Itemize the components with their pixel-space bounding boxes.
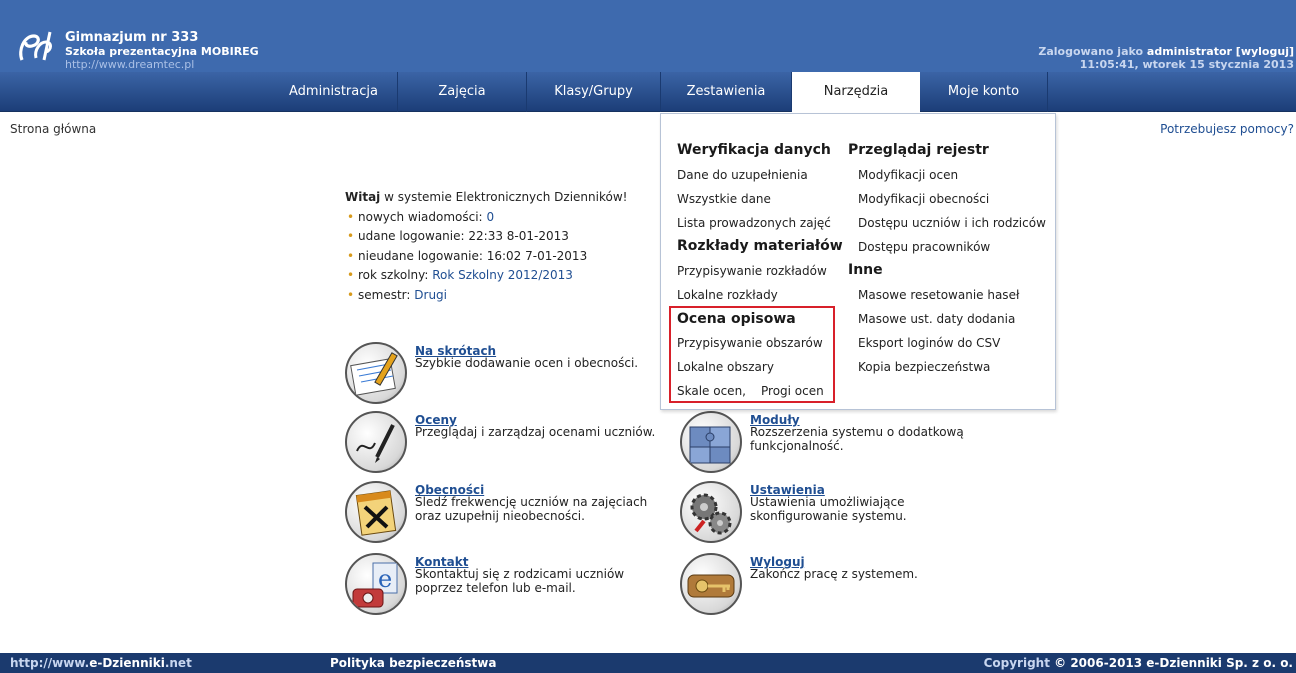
shortcut-desc: Ustawienia umożliwiające skonfigurowanie… — [750, 495, 907, 523]
key-icon — [680, 553, 742, 615]
welcome-item: rok szkolny: Rok Szkolny 2012/2013 — [345, 266, 627, 286]
login-info: Zalogowano jako administrator [wyloguj] … — [1038, 45, 1294, 71]
shortcut-desc: Zakończ pracę z systemem. — [750, 567, 918, 581]
welcome-rest: w systemie Elektronicznych Dzienników! — [380, 190, 628, 204]
item-value: 16:02 7-01-2013 — [486, 248, 588, 263]
school-name: Gimnazjum nr 333 — [65, 30, 199, 45]
logout-link[interactable]: [wyloguj] — [1236, 45, 1294, 58]
tab-moje-konto[interactable]: Moje konto — [920, 72, 1048, 112]
menu-item[interactable]: Masowe ust. daty dodania — [858, 312, 1015, 326]
shortcut-wyloguj[interactable]: Wyloguj Zakończ pracę z systemem. — [680, 553, 1000, 619]
attendance-calendar-icon — [345, 481, 407, 543]
item-label: nowych wiadomości: — [358, 209, 483, 224]
shortcut-desc: Skontaktuj się z rodzicami uczniów poprz… — [415, 567, 625, 595]
school-info: Gimnazjum nr 333 Szkoła prezentacyjna MO… — [65, 30, 259, 72]
shortcut-na-skrotach[interactable]: Na skrótach Szybkie dodawanie ocen i obe… — [345, 342, 665, 408]
menu-item[interactable]: Eksport loginów do CSV — [858, 336, 1000, 350]
school-url[interactable]: http://www.dreamtec.pl — [65, 58, 259, 71]
menu-item[interactable]: Modyfikacji obecności — [858, 192, 989, 206]
menu-item[interactable]: Przypisywanie rozkładów — [677, 264, 827, 278]
e-dzienniki-logo — [19, 31, 52, 61]
phone-email-icon: e — [345, 553, 407, 615]
menu-item[interactable]: Wszystkie dane — [677, 192, 771, 206]
welcome-panel: Witaj w systemie Elektronicznych Dzienni… — [345, 188, 627, 305]
shortcut-oceny[interactable]: Oceny Przeglądaj i zarządzaj ocenami ucz… — [345, 411, 665, 477]
username: administrator — [1146, 45, 1232, 58]
puzzle-icon — [680, 411, 742, 473]
menu-item[interactable]: Dostępu pracowników — [858, 240, 990, 254]
grade-book-icon — [345, 342, 407, 404]
privacy-policy-link[interactable]: Polityka bezpieczeństwa — [330, 656, 496, 670]
menu-heading-inne: Inne — [848, 262, 883, 278]
site-bold: e-Dzienniki — [89, 656, 165, 670]
gears-icon — [680, 481, 742, 543]
tab-zajecia[interactable]: Zajęcia — [398, 72, 527, 112]
item-label: udane logowanie: — [358, 229, 465, 243]
shortcut-ustawienia[interactable]: Ustawienia Ustawienia umożliwiające skon… — [680, 481, 1000, 547]
logged-as-label: Zalogowano jako — [1038, 45, 1144, 58]
messages-link[interactable]: 0 — [486, 210, 494, 224]
main-nav: Administracja Zajęcia Klasy/Grupy Zestaw… — [0, 72, 1296, 112]
menu-item[interactable]: Modyfikacji ocen — [858, 168, 958, 182]
item-value: 22:33 8-01-2013 — [468, 229, 569, 243]
copyright-prefix: Copyright — [983, 656, 1050, 670]
shortcut-kontakt[interactable]: e Kontakt Skontaktuj się z rodzicami ucz… — [345, 553, 665, 619]
welcome-item: nieudane logowanie: 16:02 7-01-2013 — [345, 247, 627, 267]
item-label: rok szkolny: — [358, 268, 429, 282]
tab-zestawienia[interactable]: Zestawienia — [661, 72, 792, 112]
datetime: 11:05:41, wtorek 15 stycznia 2013 — [1079, 58, 1294, 71]
shortcut-desc: Przeglądaj i zarządzaj ocenami uczniów. — [415, 425, 656, 439]
school-subtitle: Szkoła prezentacyjna MOBIREG — [65, 45, 259, 58]
pen-signature-icon — [345, 411, 407, 473]
shortcut-moduly[interactable]: Moduły Rozszerzenia systemu o dodatkową … — [680, 411, 1000, 477]
school-year-link[interactable]: Rok Szkolny 2012/2013 — [432, 268, 573, 282]
item-label: nieudane logowanie: — [358, 248, 483, 263]
semester-link[interactable]: Drugi — [414, 288, 447, 302]
welcome-bold: Witaj — [345, 190, 381, 204]
shortcut-desc: Śledź frekwencję uczniów na zajęciach or… — [415, 495, 648, 523]
site-prefix: http://www. — [10, 656, 90, 670]
shortcut-desc: Rozszerzenia systemu o dodatkową funkcjo… — [750, 425, 964, 453]
copyright: Copyright © 2006-2013 e-Dzienniki Sp. z … — [984, 656, 1293, 670]
menu-item[interactable]: Kopia bezpieczeństwa — [858, 360, 990, 374]
copyright-main: © 2006-2013 e-Dzienniki Sp. z o. o. — [1054, 656, 1293, 670]
shortcut-desc: Szybkie dodawanie ocen i obecności. — [415, 356, 639, 370]
shortcut-obecnosci[interactable]: Obecności Śledź frekwencję uczniów na za… — [345, 481, 665, 547]
footer: http://www.e-Dzienniki.net Polityka bezp… — [0, 653, 1296, 673]
menu-item[interactable]: Dostępu uczniów i ich rodziców — [858, 216, 1046, 230]
welcome-item: nowych wiadomości: 0 — [345, 208, 627, 228]
item-label: semestr: — [358, 287, 411, 302]
site-suffix: .net — [164, 656, 192, 670]
menu-item[interactable]: Lista prowadzonych zajęć — [677, 216, 831, 230]
footer-site-link[interactable]: http://www.e-Dzienniki.net — [10, 656, 192, 670]
menu-heading-weryfikacja: Weryfikacja danych — [677, 142, 831, 158]
menu-heading-rozklady: Rozkłady materiałów — [677, 238, 843, 254]
menu-heading-rejestr: Przeglądaj rejestr — [848, 142, 989, 158]
help-link[interactable]: Potrzebujesz pomocy? — [1160, 122, 1294, 136]
menu-item[interactable]: Lokalne rozkłady — [677, 288, 778, 302]
menu-item[interactable]: Dane do uzupełnienia — [677, 168, 808, 182]
tab-administracja[interactable]: Administracja — [270, 72, 398, 112]
welcome-item: udane logowanie: 22:33 8-01-2013 — [345, 227, 627, 247]
welcome-item: semestr: Drugi — [345, 286, 627, 306]
breadcrumb[interactable]: Strona główna — [10, 122, 96, 136]
highlight-box — [669, 306, 835, 403]
tab-narzedzia[interactable]: Narzędzia — [792, 72, 920, 112]
menu-item[interactable]: Masowe resetowanie haseł — [858, 288, 1019, 302]
welcome-title: Witaj w systemie Elektronicznych Dzienni… — [345, 188, 627, 208]
tab-klasy-grupy[interactable]: Klasy/Grupy — [527, 72, 661, 112]
